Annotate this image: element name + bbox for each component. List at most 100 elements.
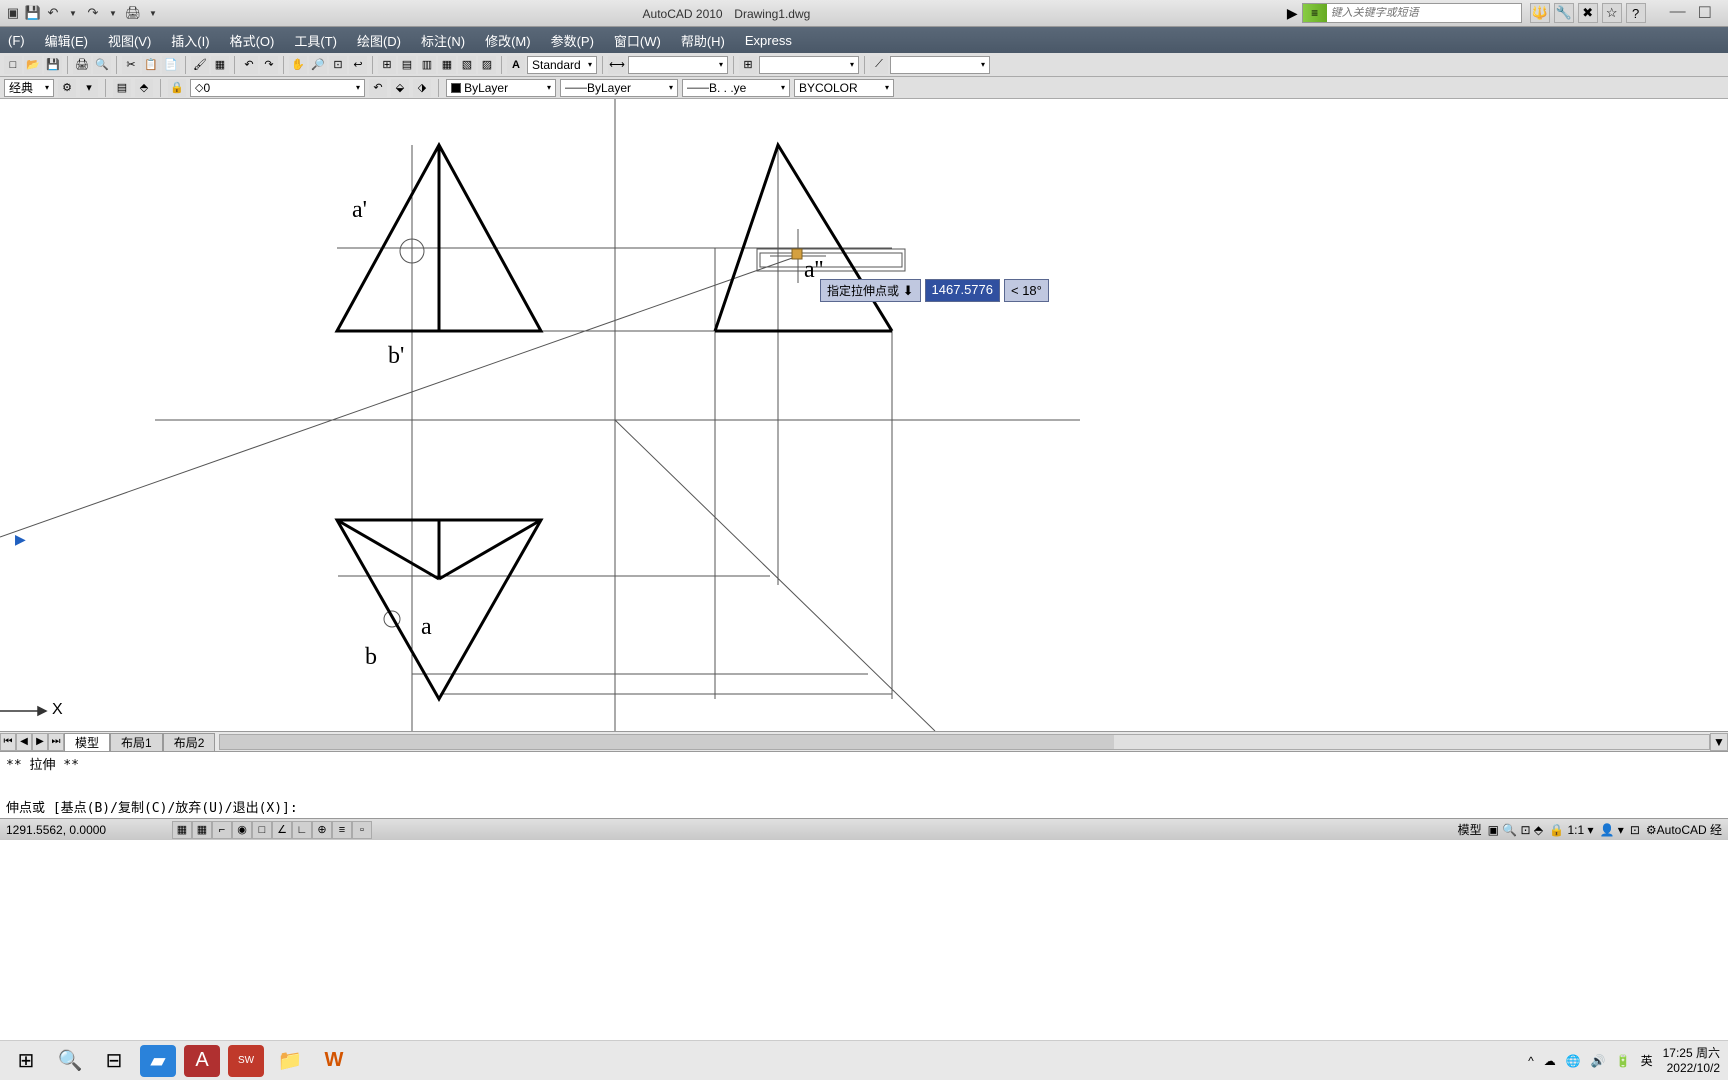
menu-tools[interactable]: 工具(T) [294, 31, 337, 50]
undo-icon[interactable]: ↶ [44, 4, 62, 22]
tb-qcalc[interactable]: ▨ [478, 56, 496, 74]
tab-last[interactable]: ⏭ [48, 733, 64, 751]
menu-file[interactable]: (F) [8, 33, 25, 48]
tb-zoomwin[interactable]: ⊡ [329, 56, 347, 74]
layer-iso-icon[interactable]: ⬘ [135, 79, 153, 97]
tb-undo2[interactable]: ↶ [240, 56, 258, 74]
tray-up[interactable]: ^ [1528, 1054, 1534, 1068]
tb-tbl[interactable]: ⊞ [739, 56, 757, 74]
snap-toggle[interactable]: ▦ [172, 821, 192, 839]
tb-ssm[interactable]: ▦ [438, 56, 456, 74]
explorer-taskbar[interactable]: 📁 [272, 1045, 308, 1077]
minimize-button[interactable]: — [1670, 3, 1686, 23]
autocad-taskbar[interactable]: A [184, 1045, 220, 1077]
tb-open[interactable]: 📂 [24, 56, 42, 74]
qp-toggle[interactable]: ▫ [352, 821, 372, 839]
app-blue[interactable]: ▰ [140, 1045, 176, 1077]
text-style-combo[interactable]: Standard▾ [527, 56, 597, 74]
tb-props[interactable]: ⊞ [378, 56, 396, 74]
tray-cloud[interactable]: ☁ [1544, 1054, 1556, 1068]
tab-next[interactable]: ▶ [32, 733, 48, 751]
tab-layout1[interactable]: 布局1 [110, 733, 163, 751]
menu-param[interactable]: 参数(P) [551, 31, 594, 50]
tb-save[interactable]: 💾 [44, 56, 62, 74]
tb-markup[interactable]: ▧ [458, 56, 476, 74]
menu-modify[interactable]: 修改(M) [485, 31, 531, 50]
tb-ml[interactable]: ⟋ [870, 56, 888, 74]
tab-first[interactable]: ⏮ [0, 733, 16, 751]
save-icon[interactable]: 💾 [24, 4, 42, 22]
tb-zoomprev[interactable]: ↩ [349, 56, 367, 74]
menu-edit[interactable]: 编辑(E) [45, 31, 88, 50]
layer-state-icon[interactable]: 🔒 [168, 79, 186, 97]
maximize-button[interactable]: ☐ [1698, 3, 1712, 23]
ws-settings-icon[interactable]: ⚙ [58, 79, 76, 97]
tb-text[interactable]: A [507, 56, 525, 74]
anno-scale[interactable]: 🔒 1:1 ▾ [1549, 823, 1593, 837]
wrench-icon[interactable]: 🔧 [1554, 3, 1574, 23]
tb-paste[interactable]: 📄 [162, 56, 180, 74]
tablestyle-combo[interactable]: ▾ [759, 56, 859, 74]
workspace-combo[interactable]: 经典▾ [4, 79, 54, 97]
help-icon[interactable]: ? [1626, 3, 1646, 23]
tray-vol[interactable]: 🔊 [1591, 1054, 1606, 1068]
menu-view[interactable]: 视图(V) [108, 31, 151, 50]
binoculars-icon[interactable]: 🔱 [1530, 3, 1550, 23]
menu-insert[interactable]: 插入(I) [171, 31, 209, 50]
ortho-toggle[interactable]: ⌐ [212, 821, 232, 839]
lwt-toggle[interactable]: ≡ [332, 821, 352, 839]
tray-ime[interactable]: 英 [1641, 1052, 1653, 1069]
linetype-combo[interactable]: —— ByLayer▾ [560, 79, 678, 97]
redo-icon[interactable]: ↷ [84, 4, 102, 22]
star-icon[interactable]: ☆ [1602, 3, 1622, 23]
plotstyle-combo[interactable]: BYCOLOR▾ [794, 79, 894, 97]
otrack-toggle[interactable]: ∠ [272, 821, 292, 839]
tab-model[interactable]: 模型 [64, 733, 110, 751]
menu-format[interactable]: 格式(O) [230, 31, 275, 50]
dimstyle-combo[interactable]: ▾ [628, 56, 728, 74]
dynamic-input[interactable]: 指定拉伸点或 ⬇ 1467.5776 < 18° [820, 279, 1049, 302]
qat-dd[interactable]: ▼ [144, 4, 162, 22]
tb-redo2[interactable]: ↷ [260, 56, 278, 74]
menu-draw[interactable]: 绘图(D) [357, 31, 401, 50]
tb-match[interactable]: 🖌 [191, 56, 209, 74]
wps-taskbar[interactable]: W [316, 1045, 352, 1077]
menu-dimension[interactable]: 标注(N) [421, 31, 465, 50]
tb-cut[interactable]: ✂ [122, 56, 140, 74]
layer-prev-icon[interactable]: ↶ [369, 79, 387, 97]
taskview-button[interactable]: ⊟ [96, 1045, 132, 1077]
tb-pan[interactable]: ✋ [289, 56, 307, 74]
osnap-toggle[interactable]: □ [252, 821, 272, 839]
ws-save-icon[interactable]: ▾ [80, 79, 98, 97]
solidworks-taskbar[interactable]: SW [228, 1045, 264, 1077]
app-menu[interactable]: ▣ [4, 4, 22, 22]
polar-toggle[interactable]: ◉ [232, 821, 252, 839]
redo-dd[interactable]: ▼ [104, 4, 122, 22]
layer-filter-icon[interactable]: ▤ [113, 79, 131, 97]
tb-block[interactable]: ▦ [211, 56, 229, 74]
tray-bat[interactable]: 🔋 [1616, 1054, 1631, 1068]
menu-help[interactable]: 帮助(H) [681, 31, 725, 50]
drawing-canvas[interactable]: a' b' a'' a b X ▶ 指定拉伸点或 ⬇ 1467.5776 < 1… [0, 99, 1728, 731]
tb-tp[interactable]: ▥ [418, 56, 436, 74]
command-window[interactable]: ** 拉伸 ** 伸点或 [基点(B)/复制(C)/放弃(U)/退出(X)]: [0, 751, 1728, 818]
mlstyle-combo[interactable]: ▾ [890, 56, 990, 74]
start-button[interactable]: ⊞ [8, 1045, 44, 1077]
windows-taskbar[interactable]: ⊞ 🔍 ⊟ ▰ A SW 📁 W ^ ☁ 🌐 🔊 🔋 英 17:25 周六202… [0, 1040, 1728, 1080]
tb-preview[interactable]: 🔍 [93, 56, 111, 74]
menu-window[interactable]: 窗口(W) [614, 31, 661, 50]
search-button[interactable]: 🔍 [52, 1045, 88, 1077]
hscrollbar[interactable]: ◀ [219, 734, 1710, 750]
play-icon[interactable]: ▶ [1287, 5, 1298, 22]
tb-dc[interactable]: ▤ [398, 56, 416, 74]
status-model[interactable]: 模型 [1458, 821, 1482, 838]
tb-plot[interactable]: 🖨 [73, 56, 91, 74]
lineweight-combo[interactable]: —— B. . .ye▾ [682, 79, 790, 97]
print-icon[interactable]: 🖨 [124, 4, 142, 22]
undo-dd[interactable]: ▼ [64, 4, 82, 22]
tb-copy[interactable]: 📋 [142, 56, 160, 74]
tray-clock[interactable]: 17:25 周六2022/10/2 [1663, 1046, 1720, 1075]
ducs-toggle[interactable]: ∟ [292, 821, 312, 839]
dyn-distance-input[interactable]: 1467.5776 [925, 279, 1000, 302]
tb-zoomrt[interactable]: 🔎 [309, 56, 327, 74]
